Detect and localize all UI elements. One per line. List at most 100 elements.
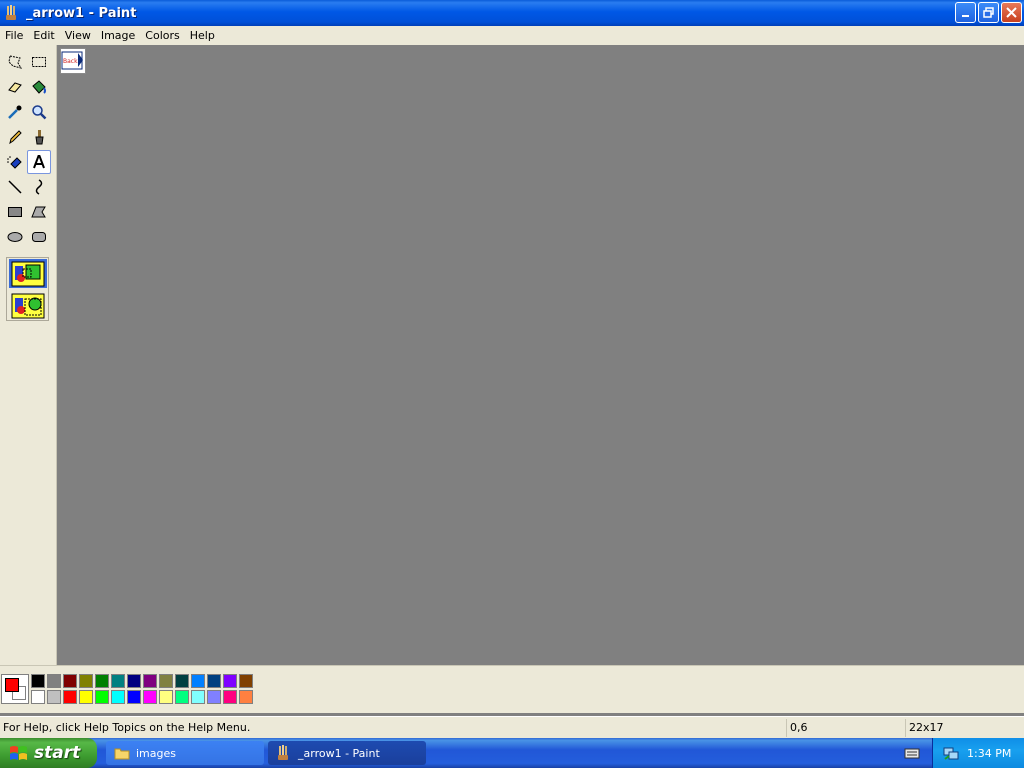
network-icon[interactable] xyxy=(943,745,959,761)
status-help-text: For Help, click Help Topics on the Help … xyxy=(3,721,251,734)
start-button[interactable]: start xyxy=(0,738,97,768)
tool-polygon[interactable] xyxy=(27,200,51,224)
brush-icon xyxy=(35,130,44,145)
status-bar: For Help, click Help Topics on the Help … xyxy=(0,716,1024,738)
tool-airbrush[interactable] xyxy=(3,150,27,174)
magnifier-icon xyxy=(32,105,47,120)
rect-select-icon xyxy=(32,57,46,67)
palette-swatch[interactable] xyxy=(111,674,125,688)
palette-swatch[interactable] xyxy=(79,690,93,704)
tool-pick-color[interactable] xyxy=(3,100,27,124)
system-tray: 1:34 PM xyxy=(932,738,1024,768)
tool-line[interactable] xyxy=(3,175,27,199)
restore-button[interactable] xyxy=(978,2,999,23)
taskbar-item-paint[interactable]: _arrow1 - Paint xyxy=(268,741,426,765)
status-image-size: 22x17 xyxy=(905,719,1024,737)
paint-app-icon[interactable] xyxy=(4,5,20,21)
tool-rectangle[interactable] xyxy=(3,200,27,224)
tool-select[interactable] xyxy=(27,50,51,74)
palette-swatch[interactable] xyxy=(31,690,45,704)
menu-image[interactable]: Image xyxy=(96,26,140,45)
palette-swatch[interactable] xyxy=(111,690,125,704)
palette-swatch[interactable] xyxy=(207,690,221,704)
palette-swatch[interactable] xyxy=(47,674,61,688)
taskbar: start images _arrow1 - Paint 1:34 PM xyxy=(0,738,1024,768)
palette-swatch[interactable] xyxy=(143,690,157,704)
palette-swatch[interactable] xyxy=(175,690,189,704)
taskbar-item-label: _arrow1 - Paint xyxy=(298,746,380,760)
tool-brush[interactable] xyxy=(27,125,51,149)
window-title: _arrow1 - Paint xyxy=(26,5,137,21)
menu-view[interactable]: View xyxy=(60,26,96,45)
palette-swatch[interactable] xyxy=(63,674,77,688)
tool-eraser[interactable] xyxy=(3,75,27,99)
menu-edit[interactable]: Edit xyxy=(28,26,59,45)
tool-rounded-rectangle[interactable] xyxy=(27,225,51,249)
close-button[interactable] xyxy=(1001,2,1022,23)
status-coordinates: 0,6 xyxy=(786,719,904,737)
menu-help[interactable]: Help xyxy=(185,26,220,45)
palette-swatch[interactable] xyxy=(63,690,77,704)
eyedropper-icon xyxy=(8,105,22,119)
fill-bucket-icon xyxy=(32,80,46,94)
palette-swatch[interactable] xyxy=(31,674,45,688)
menu-file[interactable]: File xyxy=(0,26,28,45)
menu-colors[interactable]: Colors xyxy=(140,26,184,45)
minimize-button[interactable] xyxy=(955,2,976,23)
transparent-background-icon xyxy=(11,293,45,318)
canvas-area[interactable]: Back xyxy=(57,45,1024,665)
foreground-color-box[interactable] xyxy=(5,678,19,692)
tool-magnifier[interactable] xyxy=(27,100,51,124)
airbrush-icon xyxy=(7,156,22,169)
palette-swatch[interactable] xyxy=(95,674,109,688)
curve-icon xyxy=(35,179,43,195)
palette-swatch[interactable] xyxy=(175,674,189,688)
tool-pencil[interactable] xyxy=(3,125,27,149)
line-icon xyxy=(8,180,22,194)
palette-swatch[interactable] xyxy=(239,690,253,704)
close-icon xyxy=(1006,7,1017,18)
opaque-background-option[interactable] xyxy=(9,259,47,288)
folder-icon xyxy=(114,748,130,760)
palette-swatch[interactable] xyxy=(95,690,109,704)
transparent-background-option[interactable] xyxy=(9,291,47,320)
rounded-rect-icon xyxy=(32,232,46,242)
palette-swatch[interactable] xyxy=(127,690,141,704)
tool-curve[interactable] xyxy=(27,175,51,199)
title-bar[interactable]: _arrow1 - Paint xyxy=(0,0,1024,26)
opaque-background-icon xyxy=(11,261,45,286)
start-label: start xyxy=(34,743,81,763)
keyboard-icon[interactable] xyxy=(904,746,920,763)
palette-swatch[interactable] xyxy=(223,690,237,704)
image-canvas[interactable]: Back xyxy=(60,48,86,74)
ellipse-icon xyxy=(7,232,23,242)
text-icon xyxy=(33,155,45,169)
rectangle-icon xyxy=(8,207,22,217)
palette-swatch[interactable] xyxy=(47,690,61,704)
palette-swatch[interactable] xyxy=(191,674,205,688)
tool-text[interactable] xyxy=(27,150,51,174)
palette-swatch[interactable] xyxy=(127,674,141,688)
palette-swatch[interactable] xyxy=(159,690,173,704)
paint-icon xyxy=(278,745,288,760)
palette-swatch[interactable] xyxy=(191,690,205,704)
palette-swatch[interactable] xyxy=(79,674,93,688)
windows-logo-icon xyxy=(10,746,27,760)
palette-swatch[interactable] xyxy=(143,674,157,688)
clock: 1:34 PM xyxy=(967,746,1012,760)
palette-swatch[interactable] xyxy=(159,674,173,688)
polygon-icon xyxy=(31,206,46,218)
tool-fill[interactable] xyxy=(27,75,51,99)
tool-ellipse[interactable] xyxy=(3,225,27,249)
palette-swatch[interactable] xyxy=(239,674,253,688)
svg-text:Back: Back xyxy=(63,58,78,65)
minimize-icon xyxy=(961,14,969,17)
eraser-icon xyxy=(8,82,22,93)
current-colors[interactable] xyxy=(1,674,29,704)
toolbox xyxy=(0,45,57,665)
palette-swatch[interactable] xyxy=(223,674,237,688)
color-palette-bar xyxy=(0,665,1024,713)
tool-free-form-select[interactable] xyxy=(3,50,27,74)
taskbar-item-images[interactable]: images xyxy=(106,741,264,765)
palette-swatch[interactable] xyxy=(207,674,221,688)
